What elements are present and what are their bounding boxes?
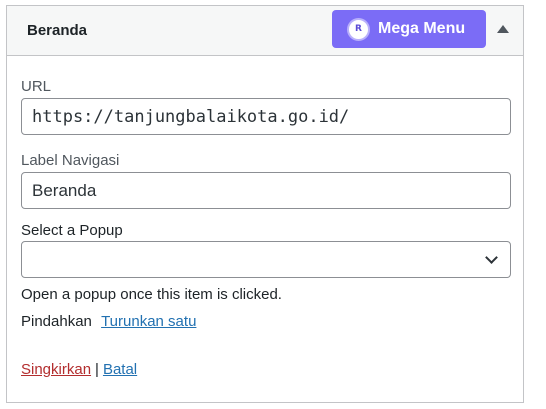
maxmegamenu-logo-icon: R: [347, 17, 370, 41]
navigation-label-label: Label Navigasi: [21, 152, 120, 169]
menu-item-panel: Beranda R Mega Menu URL https://tanjungb…: [6, 5, 524, 403]
navigation-label-input[interactable]: Beranda: [21, 172, 511, 209]
mega-menu-button[interactable]: R Mega Menu: [332, 10, 486, 48]
mega-menu-label: Mega Menu: [378, 20, 466, 37]
url-label: URL: [21, 78, 52, 95]
move-down-link[interactable]: Turunkan satu: [101, 313, 196, 330]
url-input[interactable]: https://tanjungbalaikota.go.id/: [21, 98, 511, 135]
menu-item-header[interactable]: Beranda R Mega Menu: [7, 6, 523, 56]
collapse-arrow-icon[interactable]: [497, 25, 509, 33]
chevron-down-icon: [485, 251, 498, 264]
popup-select[interactable]: [21, 241, 511, 278]
menu-item-title: Beranda: [27, 22, 88, 39]
actions-separator: |: [95, 361, 99, 378]
mega-logo-letter: R: [355, 24, 362, 34]
move-label: Pindahkan: [21, 313, 92, 330]
item-actions: Singkirkan | Batal: [21, 361, 137, 378]
remove-link[interactable]: Singkirkan: [21, 361, 91, 378]
cancel-link[interactable]: Batal: [103, 361, 137, 378]
popup-select-label: Select a Popup: [21, 222, 123, 239]
move-row: Pindahkan Turunkan satu: [21, 313, 196, 330]
popup-help-text: Open a popup once this item is clicked.: [21, 286, 282, 303]
